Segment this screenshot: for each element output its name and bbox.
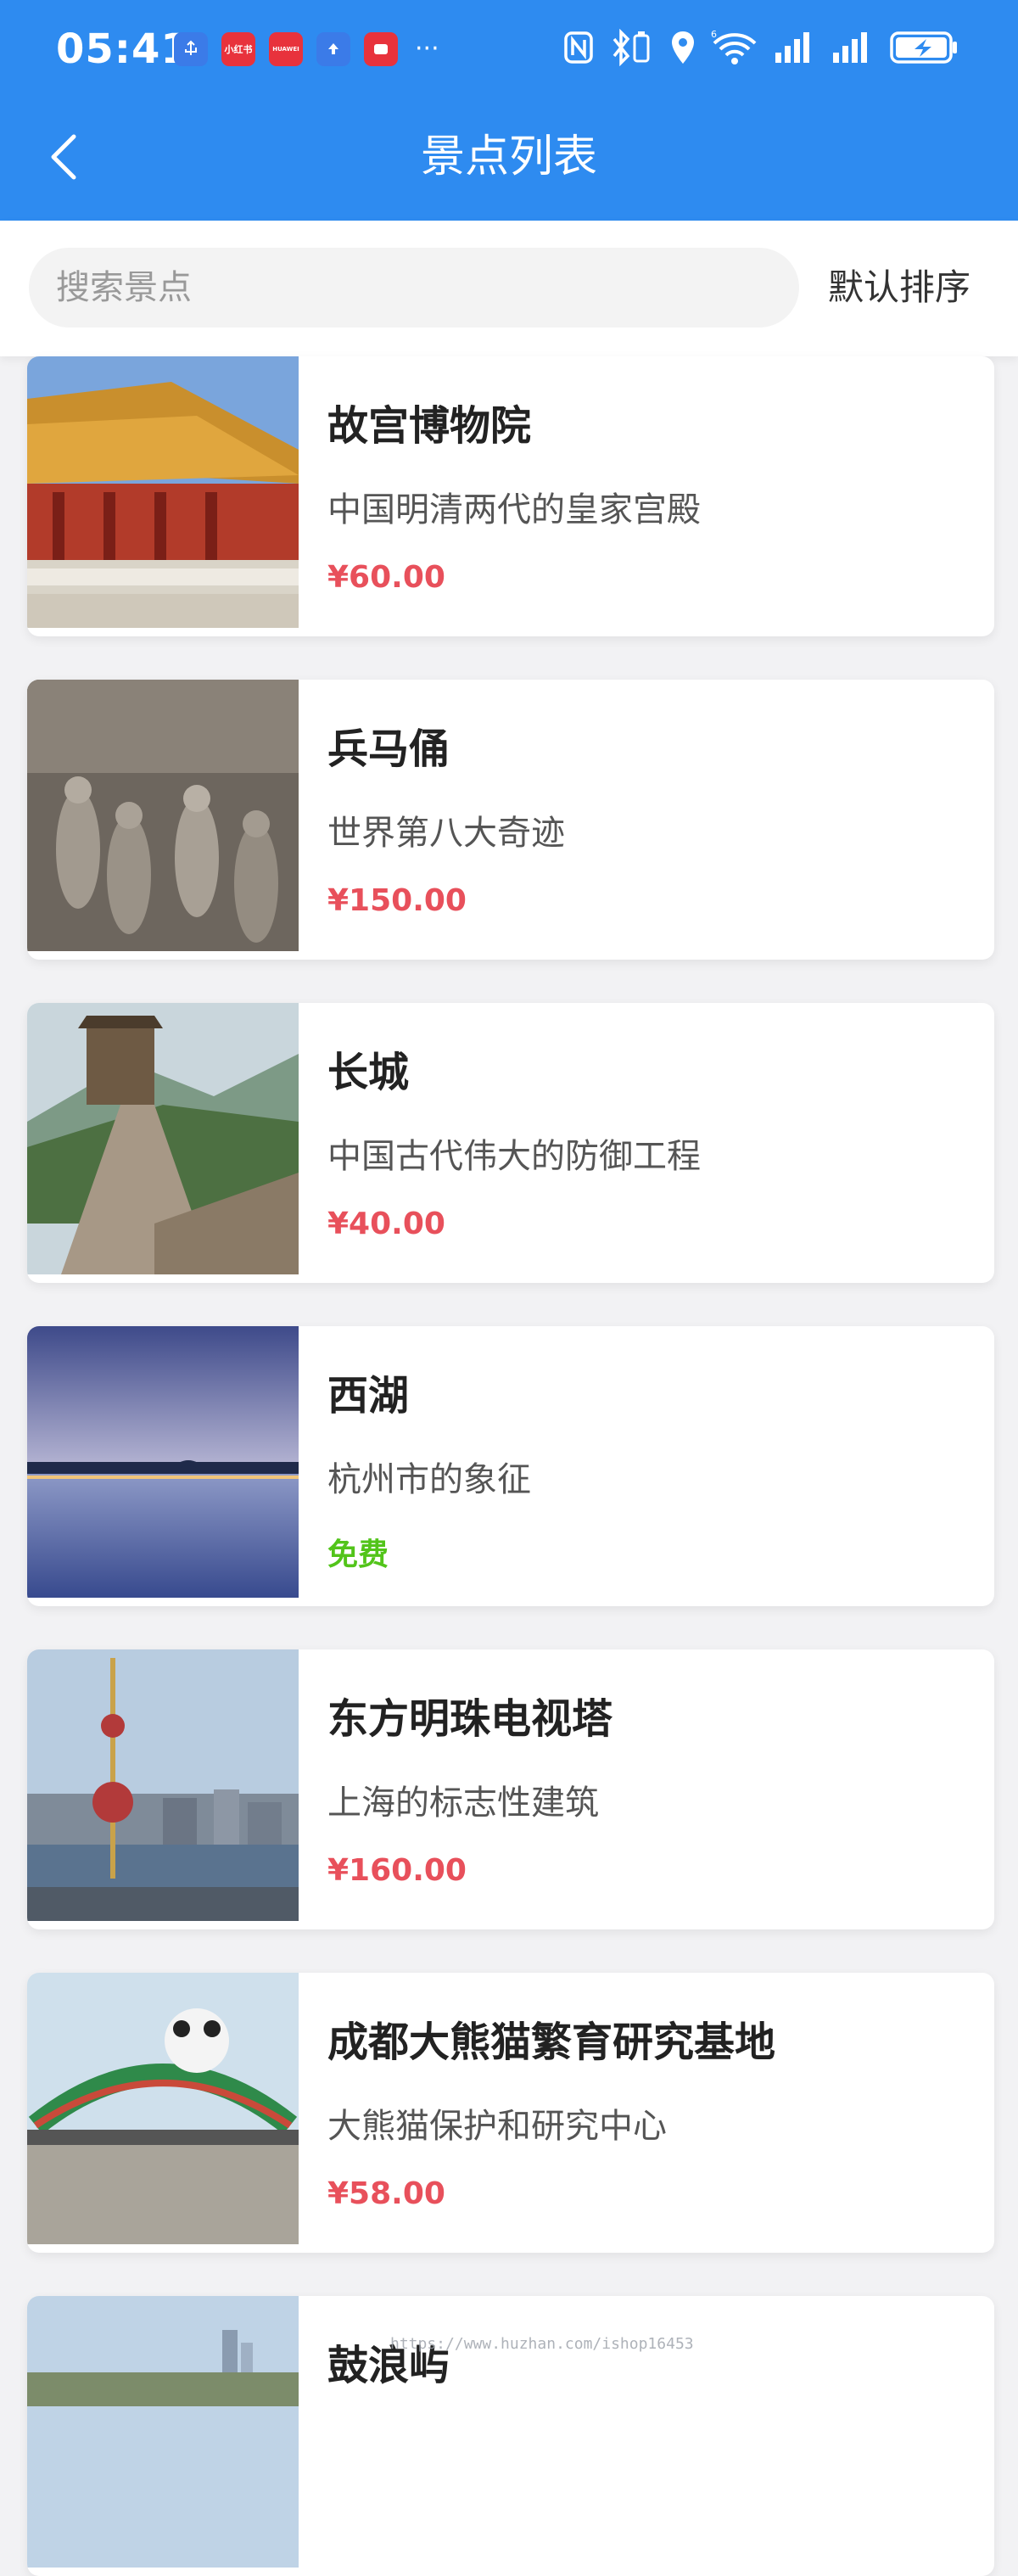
signal-icon: [833, 32, 867, 63]
attraction-image-panda-base: [27, 1973, 299, 2244]
status-bar: 05:41 小红书 HUAWEI ··· 6: [0, 0, 1018, 102]
app-header: 05:41 小红书 HUAWEI ··· 6 景点列表: [0, 0, 1018, 221]
sort-dropdown[interactable]: 默认排序: [828, 248, 970, 328]
notification-icons: 小红书 HUAWEI ···: [174, 32, 439, 66]
attraction-price: ¥40.00: [327, 1207, 445, 1241]
attraction-name: 长城: [327, 1049, 410, 1096]
location-icon: [672, 31, 694, 64]
attraction-image-forbidden-city: [27, 356, 299, 628]
attraction-name: 西湖: [327, 1372, 410, 1420]
system-icons: 6: [563, 29, 959, 66]
svg-text:6: 6: [711, 30, 717, 40]
attraction-desc: 杭州市的象征: [327, 1460, 531, 1499]
app-icon: [364, 32, 398, 66]
attraction-desc: 大熊猫保护和研究中心: [327, 2107, 667, 2146]
nfc-icon: [564, 31, 593, 64]
attraction-image-great-wall: [27, 1003, 299, 1274]
attraction-card[interactable]: 东方明珠电视塔 上海的标志性建筑 ¥160.00: [27, 1649, 994, 1929]
search-input[interactable]: [29, 248, 799, 328]
attraction-desc: 中国明清两代的皇家宫殿: [327, 490, 701, 529]
attraction-image-gulangyu: [27, 2296, 299, 2568]
nav-bar: 景点列表: [0, 102, 1018, 221]
attraction-image-oriental-pearl-tower: [27, 1649, 299, 1921]
attraction-desc: 中国古代伟大的防御工程: [327, 1137, 701, 1176]
usb-icon: [174, 32, 208, 66]
attraction-card[interactable]: 成都大熊猫繁育研究基地 大熊猫保护和研究中心 ¥58.00: [27, 1973, 994, 2253]
attraction-image-terracotta-army: [27, 680, 299, 951]
attraction-card[interactable]: 故宫博物院 中国明清两代的皇家宫殿 ¥60.00: [27, 356, 994, 636]
search-bar: 默认排序: [0, 221, 1018, 356]
attraction-card[interactable]: 兵马俑 世界第八大奇迹 ¥150.00: [27, 680, 994, 960]
xiaohongshu-icon: 小红书: [221, 32, 255, 66]
status-time: 05:41: [56, 25, 190, 73]
more-notifications-icon: ···: [415, 34, 439, 64]
attraction-desc: 上海的标志性建筑: [327, 1784, 599, 1823]
attraction-price: ¥60.00: [327, 560, 445, 595]
upload-icon: [316, 32, 350, 66]
attraction-price: ¥58.00: [327, 2176, 445, 2211]
attraction-card[interactable]: 长城 中国古代伟大的防御工程 ¥40.00: [27, 1003, 994, 1283]
signal-icon: [775, 32, 809, 63]
attraction-desc: 世界第八大奇迹: [327, 814, 565, 853]
attraction-card[interactable]: 西湖 杭州市的象征 免费: [27, 1326, 994, 1606]
attraction-image-west-lake: [27, 1326, 299, 1598]
attraction-price: ¥150.00: [327, 883, 467, 918]
huawei-store-icon: HUAWEI: [269, 32, 303, 66]
watermark-text: https://www.huzhan.com/ishop16453: [390, 2335, 694, 2353]
page-title: 景点列表: [420, 132, 597, 182]
attraction-name: 东方明珠电视塔: [327, 1695, 613, 1743]
attraction-name: 成都大熊猫繁育研究基地: [327, 2019, 776, 2066]
attraction-price: ¥160.00: [327, 1853, 467, 1888]
attraction-name: 故宫博物院: [327, 402, 532, 450]
battery-charging-icon: [890, 31, 957, 64]
attraction-price: 免费: [327, 1537, 389, 1572]
bluetooth-icon: [612, 29, 650, 66]
wifi-icon: 6: [711, 30, 757, 64]
attraction-name: 兵马俑: [327, 725, 450, 773]
